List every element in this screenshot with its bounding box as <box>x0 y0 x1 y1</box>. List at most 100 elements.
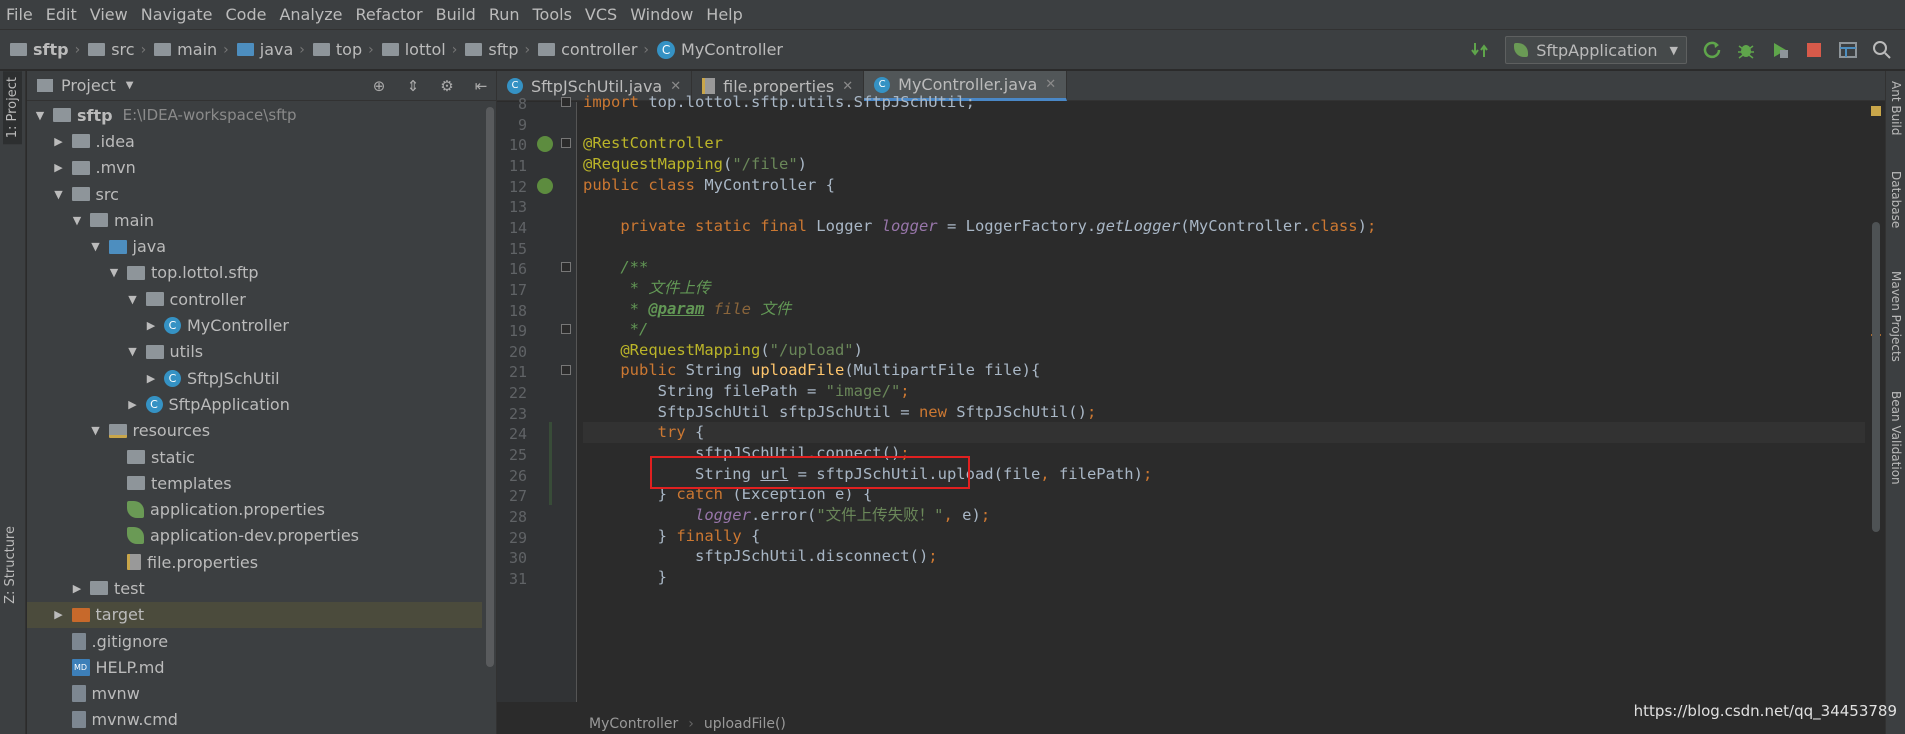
expanded-arrow-icon[interactable]: ▼ <box>68 214 86 227</box>
fold-marker-icon[interactable] <box>561 97 571 107</box>
tree-node[interactable]: ▼ resources <box>27 418 482 444</box>
collapsed-arrow-icon[interactable]: ▶ <box>124 398 142 411</box>
collapsed-arrow-icon[interactable]: ▶ <box>142 372 160 385</box>
collapsed-arrow-icon[interactable]: ▶ <box>68 582 86 595</box>
tool-tab-project[interactable]: 1: Project <box>3 71 22 145</box>
tree-node[interactable]: ▼ controller <box>27 286 482 312</box>
tool-tab-structure[interactable]: Z: Structure <box>3 526 18 604</box>
warning-marker[interactable] <box>1871 106 1881 116</box>
tree-scrollbar[interactable] <box>486 107 494 667</box>
vcs-update-icon[interactable] <box>1469 39 1491 61</box>
close-icon[interactable]: ✕ <box>1045 77 1056 92</box>
tree-node[interactable]: ▼ main <box>27 207 482 233</box>
code-line[interactable]: @RequestMapping("/upload") <box>583 340 1865 361</box>
tree-node[interactable]: mvnw <box>27 681 482 707</box>
breadcrumb-item[interactable]: src › <box>88 40 146 59</box>
tree-node[interactable]: templates <box>27 470 482 496</box>
code-line[interactable]: } finally { <box>583 526 1865 547</box>
run-configuration-select[interactable]: SftpApplication ▼ <box>1505 36 1687 64</box>
code-line[interactable]: import top.lottol.sftp.utils.SftpJSchUti… <box>583 92 1865 113</box>
menu-view[interactable]: View <box>90 5 128 24</box>
code-line[interactable]: * 文件上传 <box>583 278 1865 299</box>
collapsed-arrow-icon[interactable]: ▶ <box>50 161 68 174</box>
expanded-arrow-icon[interactable]: ▼ <box>87 240 105 253</box>
tree-node[interactable]: ▶ .mvn <box>27 155 482 181</box>
expanded-arrow-icon[interactable]: ▼ <box>31 109 49 122</box>
menu-analyze[interactable]: Analyze <box>279 5 342 24</box>
menu-navigate[interactable]: Navigate <box>141 5 213 24</box>
collapsed-arrow-icon[interactable]: ▶ <box>50 608 68 621</box>
tool-tab-database[interactable]: Database <box>1889 171 1903 228</box>
breadcrumb-item[interactable]: main › <box>154 40 229 59</box>
menu-vcs[interactable]: VCS <box>585 5 617 24</box>
tree-node[interactable]: static <box>27 444 482 470</box>
code-line[interactable]: String filePath = "image/"; <box>583 381 1865 402</box>
menu-help[interactable]: Help <box>706 5 742 24</box>
tree-node[interactable]: ▼ top.lottol.sftp <box>27 260 482 286</box>
breadcrumb-item[interactable]: sftp › <box>10 40 80 59</box>
code-line[interactable] <box>583 195 1865 216</box>
code-line[interactable]: sftpJSchUtil.disconnect(); <box>583 546 1865 567</box>
tree-node[interactable]: ▶ test <box>27 575 482 601</box>
code-line[interactable] <box>583 113 1865 134</box>
chevron-down-icon[interactable]: ▼ <box>126 80 134 91</box>
breadcrumb-method[interactable]: uploadFile() <box>704 716 786 732</box>
stop-icon[interactable] <box>1803 39 1825 61</box>
breadcrumb-class[interactable]: MyController <box>589 716 678 732</box>
code-line[interactable]: @RestController <box>583 133 1865 154</box>
tree-node[interactable]: ▼ src <box>27 181 482 207</box>
fold-marker-icon[interactable] <box>561 262 571 273</box>
fold-marker-icon[interactable] <box>561 365 571 376</box>
spring-class-gutter-icon[interactable] <box>537 177 553 194</box>
code-line[interactable]: public class MyController { <box>583 175 1865 196</box>
tree-node[interactable]: application.properties <box>27 496 482 522</box>
menu-file[interactable]: File <box>6 5 33 24</box>
search-icon[interactable] <box>1871 39 1893 61</box>
tree-node[interactable]: ▶ C SftpJSchUtil <box>27 365 482 391</box>
locate-icon[interactable]: ⊕ <box>368 75 390 97</box>
breadcrumb-item[interactable]: lottol › <box>381 40 457 59</box>
code-view[interactable]: import top.lottol.sftp.utils.SftpJSchUti… <box>577 93 1885 702</box>
gear-icon[interactable]: ⚙ <box>436 75 458 97</box>
hide-icon[interactable]: ⇤ <box>470 75 492 97</box>
tree-node[interactable]: ▶ C MyController <box>27 312 482 338</box>
tree-node[interactable]: ▼ utils <box>27 339 482 365</box>
vcs-change-marker[interactable] <box>549 422 552 505</box>
code-line[interactable]: /** <box>583 257 1865 278</box>
collapsed-arrow-icon[interactable]: ▶ <box>50 135 68 148</box>
menu-run[interactable]: Run <box>489 5 520 24</box>
spring-bean-gutter-icon[interactable] <box>537 136 553 153</box>
code-line[interactable] <box>583 237 1865 258</box>
tree-node[interactable]: ▶ .idea <box>27 128 482 154</box>
tool-tab-maven-projects[interactable]: Maven Projects <box>1889 271 1903 362</box>
code-line[interactable]: private static final Logger logger = Log… <box>583 216 1865 237</box>
expanded-arrow-icon[interactable]: ▼ <box>124 293 142 306</box>
tree-node[interactable]: ▼ java <box>27 233 482 259</box>
project-panel-title[interactable]: Project <box>61 76 116 95</box>
tree-node[interactable]: ▼ sftp E:\IDEA-workspace\sftp <box>27 102 482 128</box>
code-line[interactable]: */ <box>583 319 1865 340</box>
menu-build[interactable]: Build <box>436 5 476 24</box>
rerun-icon[interactable] <box>1701 39 1723 61</box>
menu-edit[interactable]: Edit <box>46 5 77 24</box>
fold-marker-icon[interactable] <box>561 324 571 335</box>
expanded-arrow-icon[interactable]: ▼ <box>124 345 142 358</box>
code-line[interactable]: @RequestMapping("/file") <box>583 154 1865 175</box>
tree-node[interactable]: ▶ C SftpApplication <box>27 391 482 417</box>
expanded-arrow-icon[interactable]: ▼ <box>87 424 105 437</box>
menu-tools[interactable]: Tools <box>533 5 572 24</box>
fold-marker-icon[interactable] <box>561 138 571 149</box>
tree-node[interactable]: MD HELP.md <box>27 654 482 680</box>
code-line[interactable]: logger.error("文件上传失败！", e); <box>583 505 1865 526</box>
project-structure-icon[interactable] <box>1837 39 1859 61</box>
tree-node[interactable]: ▶ target <box>27 601 482 628</box>
tool-tab-bean-validation[interactable]: Bean Validation <box>1889 391 1903 485</box>
code-line[interactable]: try { <box>583 422 1865 444</box>
menu-refactor[interactable]: Refactor <box>356 5 423 24</box>
tree-node[interactable]: application-dev.properties <box>27 523 482 549</box>
editor-scrollbar[interactable] <box>1872 222 1880 532</box>
code-line[interactable]: public String uploadFile(MultipartFile f… <box>583 360 1865 381</box>
tree-node[interactable]: .gitignore <box>27 628 482 654</box>
menu-code[interactable]: Code <box>226 5 267 24</box>
code-line[interactable]: SftpJSchUtil sftpJSchUtil = new SftpJSch… <box>583 402 1865 423</box>
